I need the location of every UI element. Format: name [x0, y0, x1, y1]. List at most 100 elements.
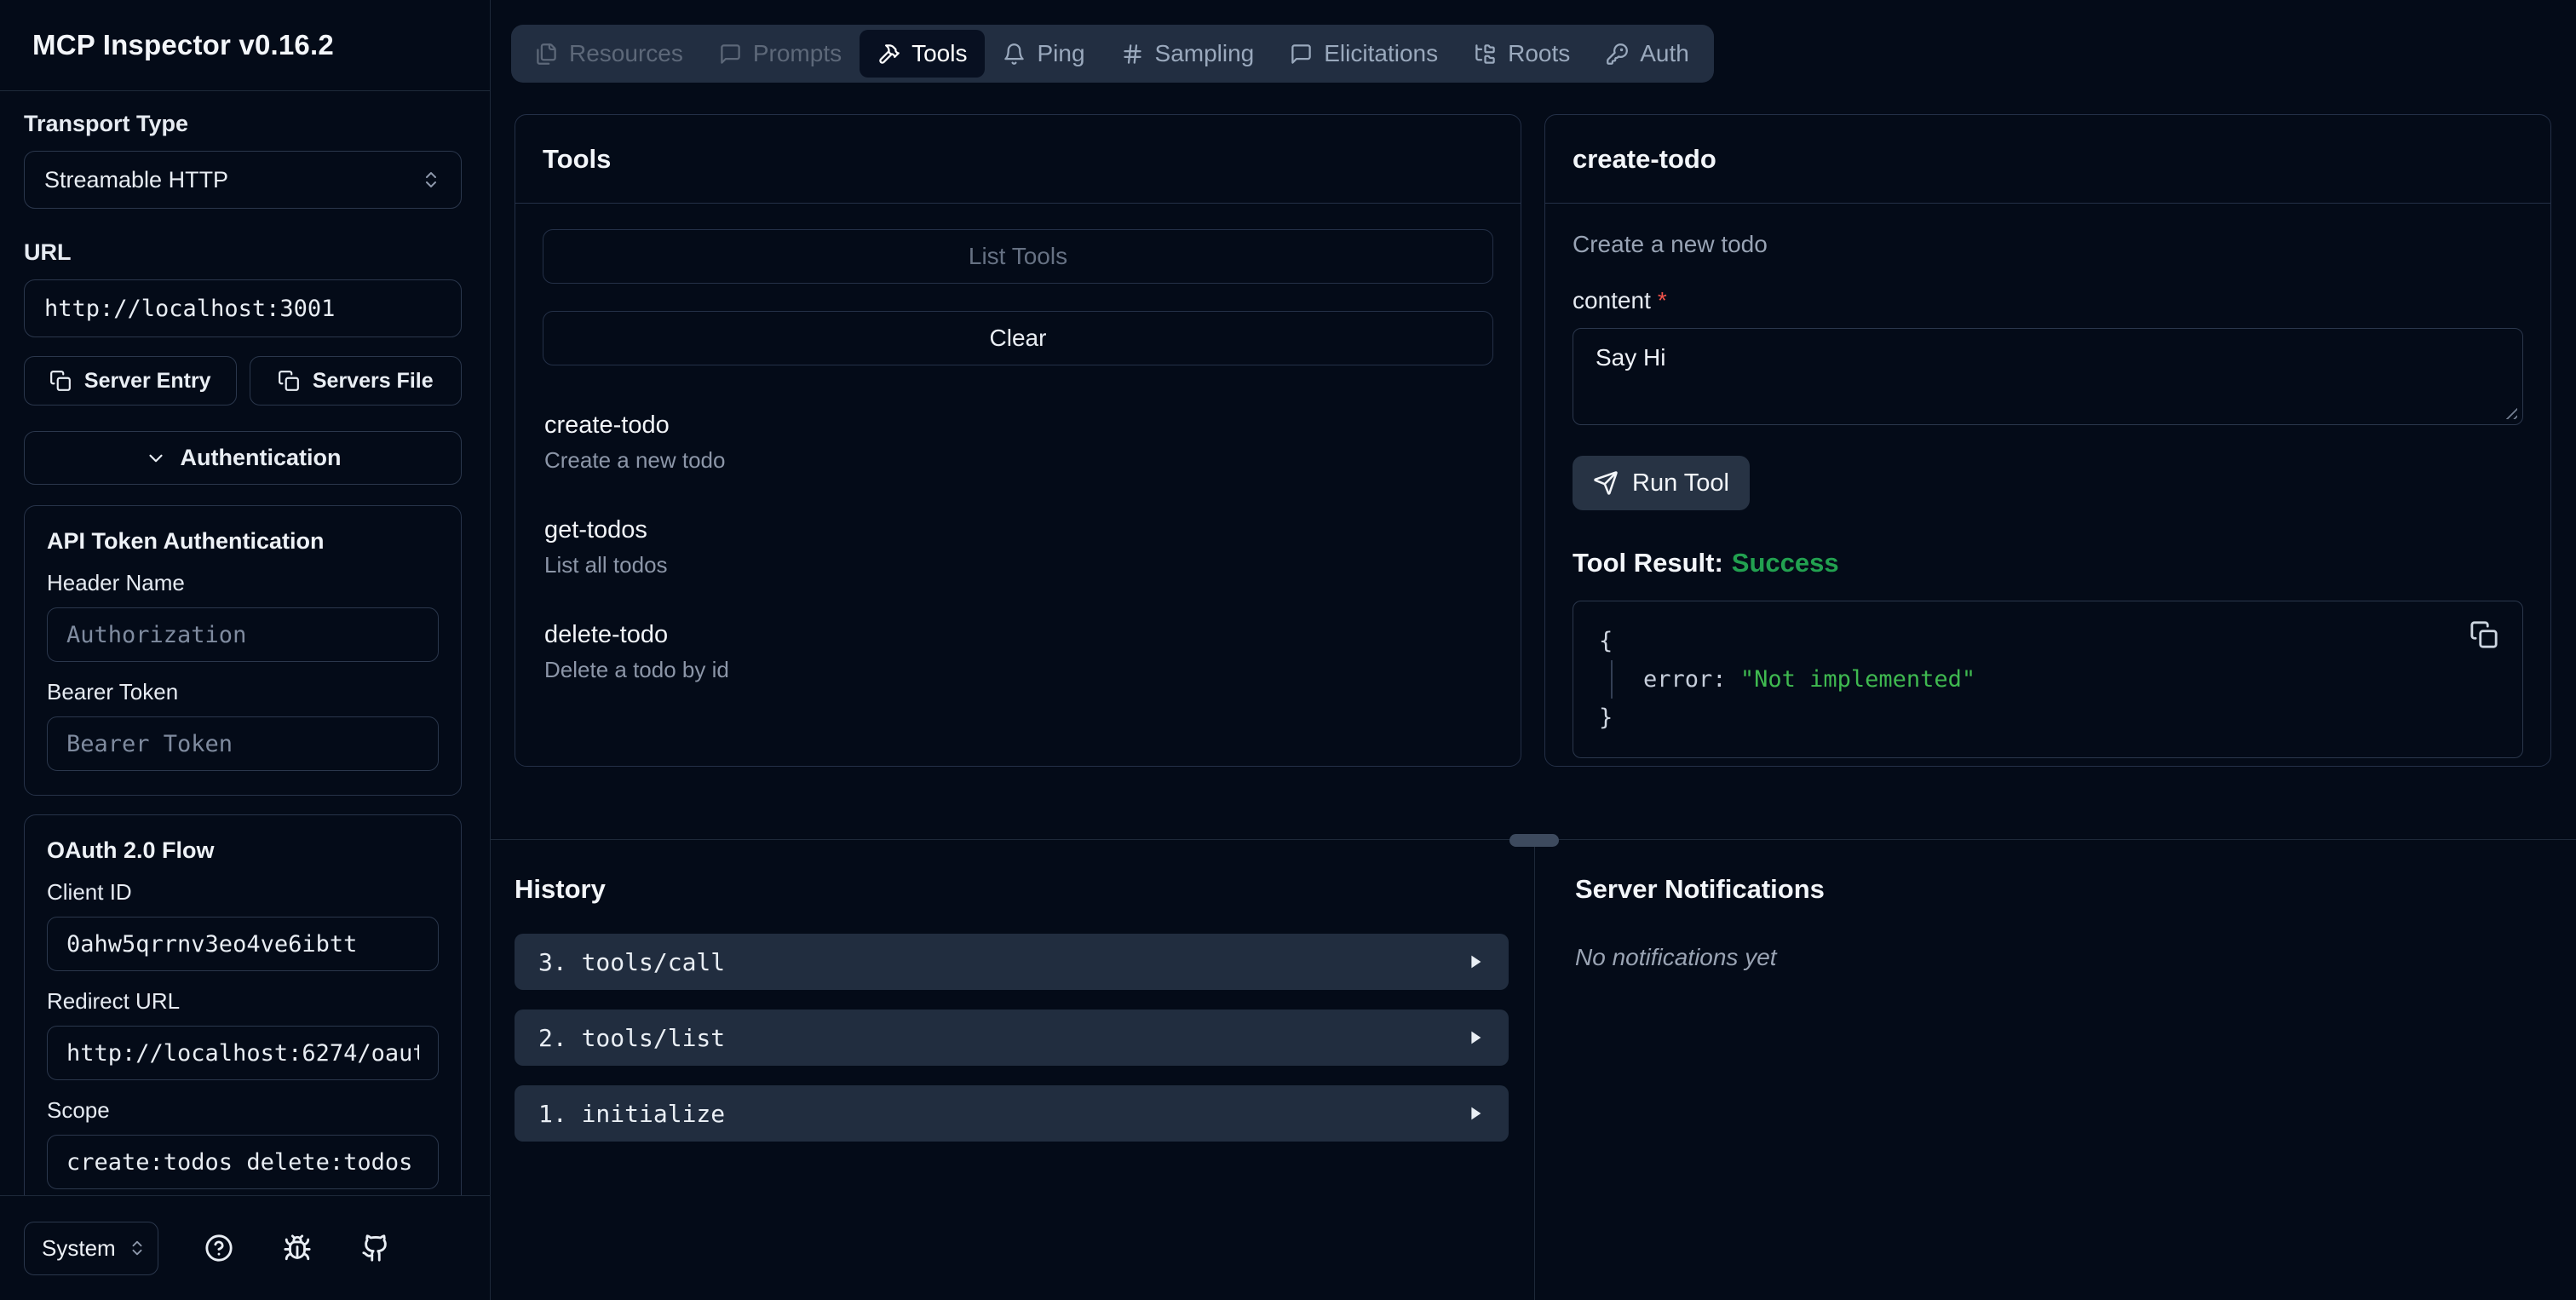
tool-item-create-todo[interactable]: create-todo Create a new todo	[544, 411, 1492, 474]
theme-select-value: System	[42, 1234, 116, 1261]
tab-label: Resources	[569, 40, 683, 66]
hash-icon	[1121, 43, 1144, 66]
sidebar: MCP Inspector v0.16.2 Transport Type Str…	[0, 0, 491, 1300]
tab-label: Auth	[1640, 40, 1689, 66]
tab-prompts[interactable]: Prompts	[701, 30, 860, 78]
history-row-label: 2. tools/list	[538, 1023, 726, 1052]
tab-sampling[interactable]: Sampling	[1103, 30, 1273, 78]
tool-item-get-todos[interactable]: get-todos List all todos	[544, 516, 1492, 578]
tab-label: Tools	[911, 40, 968, 66]
server-notifications-title: Server Notifications	[1575, 874, 1825, 904]
copy-icon	[49, 370, 72, 392]
bug-icon[interactable]	[283, 1234, 312, 1263]
tool-result-line: Tool Result: Success	[1573, 548, 2523, 578]
authentication-toggle[interactable]: Authentication	[24, 431, 462, 485]
content-field-label-text: content	[1573, 287, 1651, 313]
chevrons-up-down-icon	[128, 1239, 147, 1257]
tool-name: create-todo	[544, 411, 670, 439]
app-window: MCP Inspector v0.16.2 Transport Type Str…	[0, 0, 2576, 1300]
tab-resources[interactable]: Resources	[517, 30, 701, 78]
tab-elicitations[interactable]: Elicitations	[1272, 30, 1456, 78]
scope-label: Scope	[47, 1097, 110, 1123]
tab-bar: Resources Prompts Tools Ping Sampling El…	[511, 25, 1714, 83]
authentication-toggle-label: Authentication	[180, 445, 342, 470]
transport-type-select[interactable]: Streamable HTTP	[24, 151, 462, 209]
content-field-label: content *	[1573, 287, 2523, 314]
tools-panel-body: List Tools Clear create-todo Create a ne…	[515, 204, 1521, 751]
json-open-brace: {	[1599, 628, 1613, 654]
run-tool-button[interactable]: Run Tool	[1573, 456, 1750, 510]
tab-tools[interactable]: Tools	[860, 30, 986, 78]
tool-item-delete-todo[interactable]: delete-todo Delete a todo by id	[544, 621, 1492, 683]
server-entry-label: Server Entry	[83, 368, 211, 393]
copy-icon	[278, 370, 300, 392]
bearer-token-label: Bearer Token	[47, 679, 179, 705]
tab-roots[interactable]: Roots	[1456, 30, 1588, 78]
client-id-input[interactable]	[47, 917, 439, 971]
redirect-url-input[interactable]	[47, 1026, 439, 1080]
tool-name: get-todos	[544, 516, 647, 544]
bell-icon	[1003, 43, 1026, 66]
json-string-value: "Not implemented"	[1739, 666, 1976, 693]
files-icon	[535, 43, 558, 66]
tools-panel: Tools List Tools Clear create-todo Creat…	[515, 114, 1521, 767]
tool-detail-body: Create a new todo content * Say Hi Run To…	[1545, 204, 2550, 766]
bearer-token-input[interactable]	[47, 716, 439, 771]
copy-result-button[interactable]	[2470, 620, 2498, 649]
tool-description: Create a new todo	[544, 447, 726, 473]
github-icon[interactable]	[361, 1234, 390, 1263]
content-textarea[interactable]: Say Hi	[1573, 328, 2523, 425]
api-token-auth-title: API Token Authentication	[47, 528, 325, 554]
tool-detail-panel: create-todo Create a new todo content * S…	[1544, 114, 2551, 767]
scope-input[interactable]	[47, 1135, 439, 1189]
folder-tree-icon	[1474, 43, 1497, 66]
oauth-flow-title: OAuth 2.0 Flow	[47, 837, 215, 863]
message-square-icon	[719, 43, 742, 66]
tool-name: delete-todo	[544, 621, 669, 648]
required-asterisk: *	[1657, 287, 1667, 313]
tool-result-status: Success	[1731, 548, 1839, 578]
notifications-empty-message: No notifications yet	[1575, 944, 1777, 970]
api-token-auth-card: API Token Authentication Header Name Bea…	[24, 505, 462, 796]
main-area: Resources Prompts Tools Ping Sampling El…	[491, 0, 2576, 1300]
main-bottom-section: History 3. tools/call 2. tools/list 1. i…	[491, 840, 2576, 1300]
message-square-icon	[1290, 43, 1313, 66]
result-json-box: { error: "Not implemented" }	[1573, 601, 2523, 758]
history-row-tools-list[interactable]: 2. tools/list	[515, 1010, 1509, 1066]
help-icon[interactable]	[204, 1234, 233, 1263]
sidebar-content: Transport Type Streamable HTTP URL Serve…	[0, 91, 490, 1195]
tool-result-label: Tool Result:	[1573, 548, 1723, 578]
servers-file-label: Servers File	[312, 368, 434, 393]
json-body-line: error: "Not implemented"	[1611, 660, 2497, 699]
server-entry-button[interactable]: Server Entry	[24, 356, 237, 406]
chevron-down-icon	[145, 447, 167, 469]
clear-button[interactable]: Clear	[543, 311, 1493, 365]
tab-label: Ping	[1037, 40, 1085, 66]
hammer-icon	[877, 43, 900, 66]
theme-select[interactable]: System	[24, 1221, 158, 1275]
key-icon	[1606, 43, 1629, 66]
tool-description: List all todos	[544, 552, 668, 578]
history-row-initialize[interactable]: 1. initialize	[515, 1085, 1509, 1142]
tab-ping[interactable]: Ping	[985, 30, 1102, 78]
redirect-url-label: Redirect URL	[47, 988, 181, 1014]
tab-label: Sampling	[1154, 40, 1255, 66]
history-row-tools-call[interactable]: 3. tools/call	[515, 934, 1509, 990]
list-tools-button[interactable]: List Tools	[543, 229, 1493, 284]
tab-label: Roots	[1508, 40, 1571, 66]
expand-arrow-icon	[1466, 1104, 1485, 1123]
expand-arrow-icon	[1466, 952, 1485, 971]
header-name-input[interactable]	[47, 607, 439, 662]
url-input[interactable]	[24, 279, 462, 337]
transport-type-value: Streamable HTTP	[44, 166, 229, 193]
panels-row: Tools List Tools Clear create-todo Creat…	[491, 83, 2576, 767]
pane-resize-handle[interactable]	[1509, 834, 1559, 847]
servers-file-button[interactable]: Servers File	[249, 356, 462, 406]
sidebar-header: MCP Inspector v0.16.2	[0, 0, 490, 91]
header-name-label: Header Name	[47, 570, 185, 595]
history-rows: 3. tools/call 2. tools/list 1. initializ…	[515, 934, 1509, 1142]
tab-label: Prompts	[752, 40, 842, 66]
server-notifications-panel: Server Notifications No notifications ye…	[1534, 840, 2576, 1300]
tab-auth[interactable]: Auth	[1588, 30, 1707, 78]
client-id-label: Client ID	[47, 879, 132, 905]
